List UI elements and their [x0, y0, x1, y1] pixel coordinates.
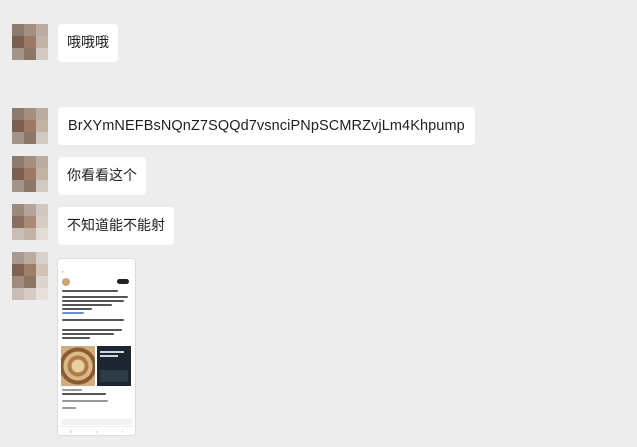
post-text-line: [62, 333, 114, 335]
image-message[interactable]: ‹ ≡ ○ ‹: [57, 258, 136, 436]
post-link: [62, 312, 84, 314]
post-text-line: [62, 329, 122, 331]
message-text: BrXYmNEFBsNQnZ7SQQd7vsnciPNpSCMRZvjLm4Kh…: [68, 118, 465, 134]
avatar[interactable]: [12, 252, 48, 300]
phone-status-bar: [62, 261, 131, 267]
message-text: 哦哦哦: [67, 35, 109, 51]
message-bubble[interactable]: 不知道能不能射: [58, 207, 174, 245]
post-meta-line: [62, 389, 82, 391]
post-text-line: [62, 337, 90, 339]
post-text-line: [62, 290, 118, 292]
message-bubble[interactable]: 哦哦哦: [58, 24, 118, 62]
message-text: 不知道能不能射: [67, 218, 165, 234]
avatar[interactable]: [12, 204, 48, 240]
post-text-line: [62, 308, 92, 310]
post-text-line: [62, 300, 124, 302]
phone-nav-bar: ≡ ○ ‹: [58, 426, 135, 435]
back-arrow-icon: ‹: [62, 269, 64, 274]
avatar[interactable]: [12, 156, 48, 192]
message-bubble[interactable]: BrXYmNEFBsNQnZ7SQQd7vsnciPNpSCMRZvjLm4Kh…: [58, 107, 475, 145]
post-text-line: [62, 296, 128, 298]
post-image-mosaic: [61, 346, 95, 386]
back-icon: ‹: [121, 428, 124, 434]
post-meta-line: [62, 393, 106, 395]
post-meta-line: [62, 407, 76, 409]
post-image-card: [97, 346, 131, 386]
message-bubble[interactable]: 你看看这个: [58, 157, 146, 195]
menu-icon: ≡: [69, 428, 73, 434]
message-text: 你看看这个: [67, 168, 137, 184]
avatar[interactable]: [12, 108, 48, 144]
post-text-line: [62, 319, 124, 321]
home-icon: ○: [95, 428, 99, 434]
post-meta-line: [62, 400, 108, 402]
follow-button: [117, 279, 129, 284]
avatar[interactable]: [12, 24, 48, 60]
reply-input: [61, 419, 132, 425]
post-avatar: [62, 278, 70, 286]
post-text-line: [62, 304, 112, 306]
